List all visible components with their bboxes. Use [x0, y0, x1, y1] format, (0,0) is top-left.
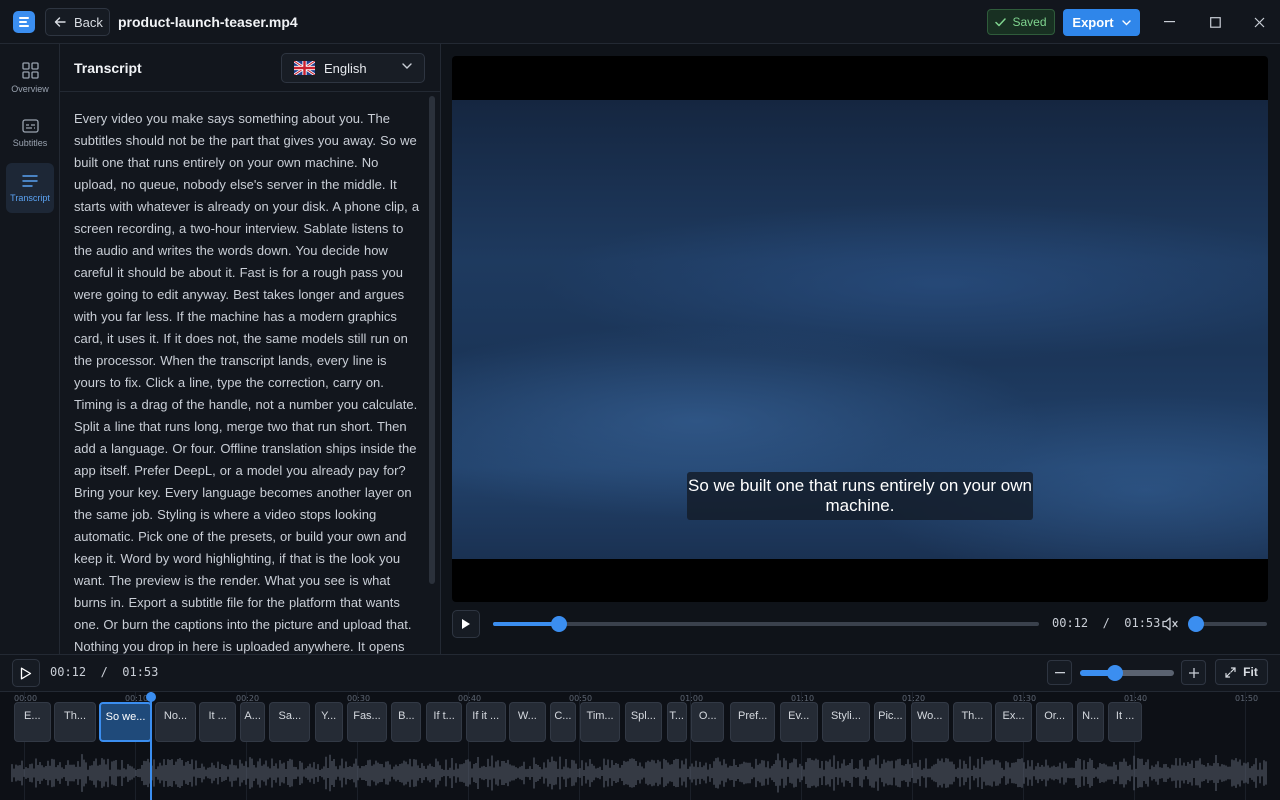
- play-outline-icon: [20, 667, 32, 679]
- subtitle-clip[interactable]: Styli...: [822, 702, 870, 742]
- rail-label-overview: Overview: [11, 84, 49, 94]
- rail-item-subtitles[interactable]: Subtitles: [6, 108, 54, 158]
- subtitle-clip[interactable]: C...: [550, 702, 576, 742]
- subtitle-clip[interactable]: Th...: [953, 702, 992, 742]
- waveform-path: [11, 753, 1267, 793]
- transcript-panel: Transcript English Every video you make …: [60, 44, 441, 654]
- saved-label: Saved: [1012, 15, 1047, 29]
- check-icon: [995, 17, 1007, 26]
- transcript-title: Transcript: [74, 60, 142, 76]
- title-bar: Back product-launch-teaser.mp4 Saved Exp…: [0, 0, 1280, 44]
- close-window-button[interactable]: [1249, 12, 1269, 32]
- rail-label-subtitles: Subtitles: [12, 137, 48, 148]
- audio-waveform: [11, 753, 1267, 793]
- subtitle-clip[interactable]: Wo...: [910, 702, 949, 742]
- fit-button[interactable]: Fit: [1215, 659, 1268, 685]
- subtitle-clip[interactable]: It ...: [199, 702, 236, 742]
- subtitle-clip[interactable]: N...: [1077, 702, 1104, 742]
- seek-bar[interactable]: [493, 616, 1039, 632]
- back-button-label: Back: [74, 14, 103, 30]
- zoom-in-button[interactable]: [1181, 660, 1206, 685]
- transcript-text[interactable]: Every video you make says something abou…: [74, 108, 420, 654]
- subtitle-clip[interactable]: Fas...: [347, 702, 387, 742]
- subtitle-clip[interactable]: E...: [14, 702, 51, 742]
- subtitle-clip[interactable]: No...: [154, 702, 197, 742]
- volume-slider[interactable]: [1188, 616, 1267, 632]
- zoom-slider[interactable]: [1080, 665, 1174, 681]
- close-icon: [1254, 17, 1264, 27]
- rail-item-overview[interactable]: Overview: [6, 53, 54, 103]
- subtitle-overlay: So we built one that runs entirely on yo…: [687, 472, 1033, 520]
- player-time: 00:12 / 01:53: [1052, 616, 1161, 630]
- playhead[interactable]: [150, 692, 152, 800]
- expand-icon: [1225, 666, 1236, 678]
- timeline-time: 00:12 / 01:53: [50, 665, 159, 679]
- language-select[interactable]: English: [281, 53, 425, 83]
- subtitle-clip[interactable]: If it ...: [465, 702, 506, 742]
- grid-icon: [21, 62, 39, 79]
- subtitles-icon: [21, 118, 39, 133]
- arrow-left-icon: [54, 17, 66, 27]
- subtitle-clip[interactable]: Pref...: [729, 702, 776, 742]
- rail-label-transcript: Transcript: [10, 192, 50, 203]
- subtitle-clip[interactable]: Tim...: [580, 702, 621, 742]
- minus-icon: [1054, 671, 1065, 673]
- minimize-button[interactable]: [1160, 12, 1180, 32]
- subtitle-clip[interactable]: B...: [391, 702, 422, 742]
- seek-progress: [493, 622, 559, 626]
- app-logo-icon: [13, 11, 35, 33]
- subtitle-clip[interactable]: Pic...: [874, 702, 907, 742]
- navigation-rail: Overview Subtitles Transcript: [0, 44, 60, 654]
- subtitle-clip[interactable]: W...: [509, 702, 546, 742]
- timeline-play-button[interactable]: [12, 659, 40, 687]
- export-button[interactable]: Export: [1063, 9, 1140, 36]
- subtitle-clip[interactable]: Ex...: [995, 702, 1032, 742]
- subtitle-clip-active[interactable]: So we...: [99, 702, 152, 742]
- file-name: product-launch-teaser.mp4: [118, 14, 298, 30]
- saved-status-badge: Saved: [987, 9, 1055, 35]
- player-play-button[interactable]: [452, 610, 480, 638]
- chevron-down-icon: [1121, 19, 1131, 25]
- mute-button[interactable]: [1161, 616, 1179, 632]
- transcript-header: Transcript English: [60, 44, 441, 92]
- transcript-scrollbar[interactable]: [429, 96, 435, 584]
- subtitle-clip[interactable]: Y...: [314, 702, 343, 742]
- back-button[interactable]: Back: [45, 8, 110, 36]
- subtitle-clip[interactable]: Or...: [1036, 702, 1073, 742]
- rail-item-transcript[interactable]: Transcript: [6, 163, 54, 213]
- zoom-out-button[interactable]: [1047, 660, 1072, 685]
- maximize-button[interactable]: [1205, 12, 1225, 32]
- minimize-icon: [1164, 21, 1175, 23]
- subtitle-clip[interactable]: O...: [691, 702, 725, 742]
- maximize-icon: [1209, 16, 1221, 28]
- chevron-down-icon: [402, 63, 412, 69]
- subtitle-clip[interactable]: T...: [666, 702, 687, 742]
- subtitle-clip[interactable]: A...: [240, 702, 265, 742]
- playhead-handle[interactable]: [146, 692, 156, 702]
- zoom-handle[interactable]: [1106, 665, 1123, 681]
- volume-handle[interactable]: [1188, 616, 1204, 632]
- uk-flag-icon: [294, 61, 315, 75]
- timeline[interactable]: 00:00 00:10 00:20 00:30 00:40 00:50 01:00 01:10…: [0, 692, 1280, 800]
- subtitle-clip[interactable]: Sa...: [269, 702, 311, 742]
- plus-icon: [1188, 667, 1199, 678]
- play-icon: [462, 619, 470, 629]
- subtitle-clip[interactable]: Spl...: [624, 702, 663, 742]
- seek-handle[interactable]: [550, 616, 567, 632]
- ruler-tick: 01:50: [1235, 694, 1259, 703]
- language-label: English: [324, 60, 367, 76]
- subtitle-clip[interactable]: If t...: [425, 702, 463, 742]
- subtitle-clip[interactable]: It ...: [1108, 702, 1142, 742]
- lines-icon: [22, 174, 38, 187]
- export-label: Export: [1072, 15, 1114, 30]
- speaker-muted-icon: [1162, 617, 1178, 631]
- timeline-toolbar: 00:12 / 01:53 Fit: [0, 654, 1280, 692]
- fit-label: Fit: [1243, 665, 1258, 679]
- subtitle-clip[interactable]: Th...: [53, 702, 97, 742]
- subtitle-clip[interactable]: Ev...: [779, 702, 818, 742]
- video-preview[interactable]: [452, 56, 1268, 602]
